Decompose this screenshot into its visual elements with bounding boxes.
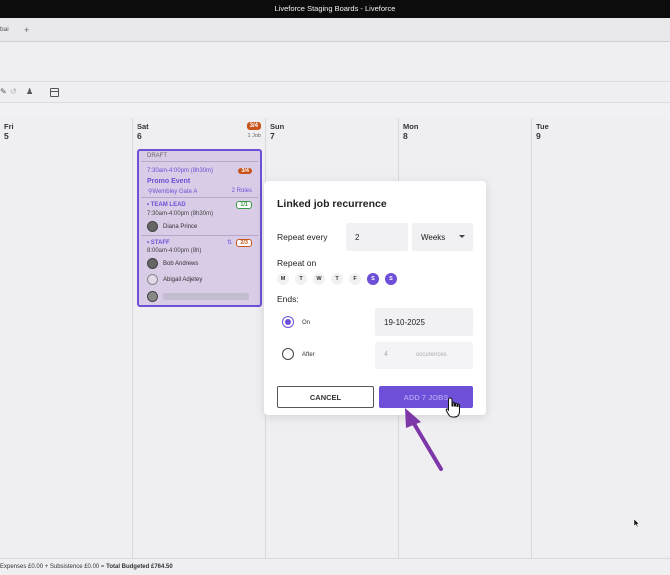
budget-footer: Expenses £0.00 + Subsistence £0.00 = Tot…: [0, 558, 670, 575]
overlay-annotations: [405, 397, 640, 528]
pointer-cursor-icon: [633, 518, 640, 528]
budget-summary: Expenses £0.00 + Subsistence £0.00 =: [0, 564, 105, 570]
budget-total: Total Budgeted £764.50: [106, 564, 173, 570]
arrow-annotation: [405, 408, 443, 471]
hand-cursor-icon: [445, 397, 460, 418]
